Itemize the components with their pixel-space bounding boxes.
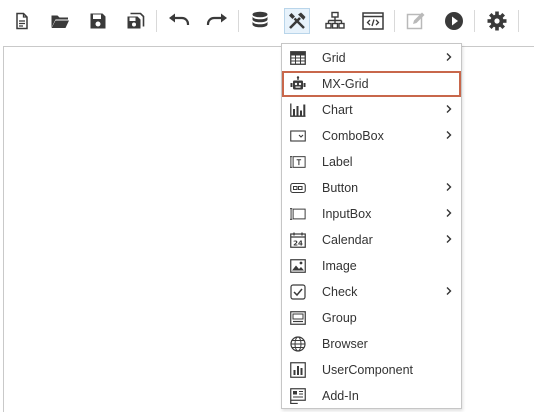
undo-icon xyxy=(169,13,190,25)
save-button[interactable] xyxy=(85,8,111,34)
redo-icon xyxy=(206,13,227,25)
menu-item-browser[interactable]: Browser xyxy=(282,331,461,357)
save-all-icon xyxy=(127,12,145,29)
menu-item-grid[interactable]: Grid xyxy=(282,45,461,71)
chevron-right-icon xyxy=(446,131,452,139)
settings-button[interactable] xyxy=(484,8,510,34)
menu-item-label: UserComponent xyxy=(322,363,414,377)
menu-item-label: Add-In xyxy=(322,389,359,403)
chart-icon xyxy=(290,102,306,118)
calendar-icon: 24 xyxy=(290,232,306,248)
add-in-icon xyxy=(290,388,306,404)
menu-item-group[interactable]: Group xyxy=(282,305,461,331)
chevron-right-icon xyxy=(446,209,452,217)
robot-icon xyxy=(290,76,306,92)
menu-item-chart[interactable]: Chart xyxy=(282,97,461,123)
component-menu: Grid MX-Grid Chart ComboBox Label Button xyxy=(281,43,462,409)
menu-item-label: Chart xyxy=(322,103,353,117)
menu-item-label: Group xyxy=(322,311,357,325)
code-icon xyxy=(362,12,384,30)
menu-item-add-in[interactable]: Add-In xyxy=(282,383,461,409)
chevron-right-icon xyxy=(446,183,452,191)
button-icon xyxy=(290,180,306,196)
open-folder-button[interactable] xyxy=(47,8,73,34)
menu-item-label[interactable]: Label xyxy=(282,149,461,175)
menu-item-calendar[interactable]: 24 Calendar xyxy=(282,227,461,253)
menu-item-label-text: Label xyxy=(322,155,353,169)
menu-item-image[interactable]: Image xyxy=(282,253,461,279)
database-button[interactable] xyxy=(247,8,273,34)
code-view-button[interactable] xyxy=(360,8,386,34)
run-button[interactable] xyxy=(441,8,467,34)
tools-icon xyxy=(289,12,306,29)
menu-item-label: MX-Grid xyxy=(322,77,369,91)
play-icon xyxy=(445,12,463,30)
user-component-icon xyxy=(290,362,306,378)
hierarchy-button[interactable] xyxy=(322,8,348,34)
tools-button[interactable] xyxy=(284,8,310,34)
image-icon xyxy=(290,258,306,274)
menu-item-mx-grid[interactable]: MX-Grid xyxy=(282,71,461,97)
menu-item-label: Button xyxy=(322,181,359,195)
toolbar-separator xyxy=(238,10,239,32)
checkbox-icon xyxy=(290,284,306,300)
menu-item-label: ComboBox xyxy=(322,129,384,143)
menu-item-inputbox[interactable]: InputBox xyxy=(282,201,461,227)
combobox-icon xyxy=(290,128,306,144)
toolbar xyxy=(0,0,534,46)
menu-item-label: Grid xyxy=(322,51,346,65)
save-all-button[interactable] xyxy=(123,8,149,34)
menu-item-combobox[interactable]: ComboBox xyxy=(282,123,461,149)
new-document-button[interactable] xyxy=(9,8,35,34)
grid-icon xyxy=(290,50,306,66)
edit-icon xyxy=(406,12,425,30)
menu-item-label: Calendar xyxy=(322,233,373,247)
menu-item-label: Browser xyxy=(322,337,368,351)
database-icon xyxy=(252,11,268,28)
menu-item-label: Check xyxy=(322,285,358,299)
menu-item-user-component[interactable]: UserComponent xyxy=(282,357,461,383)
menu-item-button[interactable]: Button xyxy=(282,175,461,201)
menu-item-check[interactable]: Check xyxy=(282,279,461,305)
redo-button[interactable] xyxy=(204,8,230,34)
chevron-right-icon xyxy=(446,235,452,243)
edit-button[interactable] xyxy=(403,8,429,34)
toolbar-separator xyxy=(518,10,519,32)
globe-icon xyxy=(290,336,306,352)
svg-text:24: 24 xyxy=(293,240,303,248)
folder-open-icon xyxy=(51,15,69,28)
menu-item-label: InputBox xyxy=(322,207,372,221)
label-icon xyxy=(290,154,306,170)
gear-icon xyxy=(487,11,507,31)
chevron-right-icon xyxy=(446,287,452,295)
undo-button[interactable] xyxy=(166,8,192,34)
save-icon xyxy=(90,13,106,29)
hierarchy-icon xyxy=(325,11,345,29)
new-document-icon xyxy=(16,12,28,30)
chevron-right-icon xyxy=(446,53,452,61)
toolbar-separator xyxy=(474,10,475,32)
chevron-right-icon xyxy=(446,105,452,113)
toolbar-separator xyxy=(394,10,395,32)
inputbox-icon xyxy=(290,206,306,222)
group-icon xyxy=(290,310,306,326)
menu-item-label: Image xyxy=(322,259,357,273)
toolbar-separator xyxy=(156,10,157,32)
